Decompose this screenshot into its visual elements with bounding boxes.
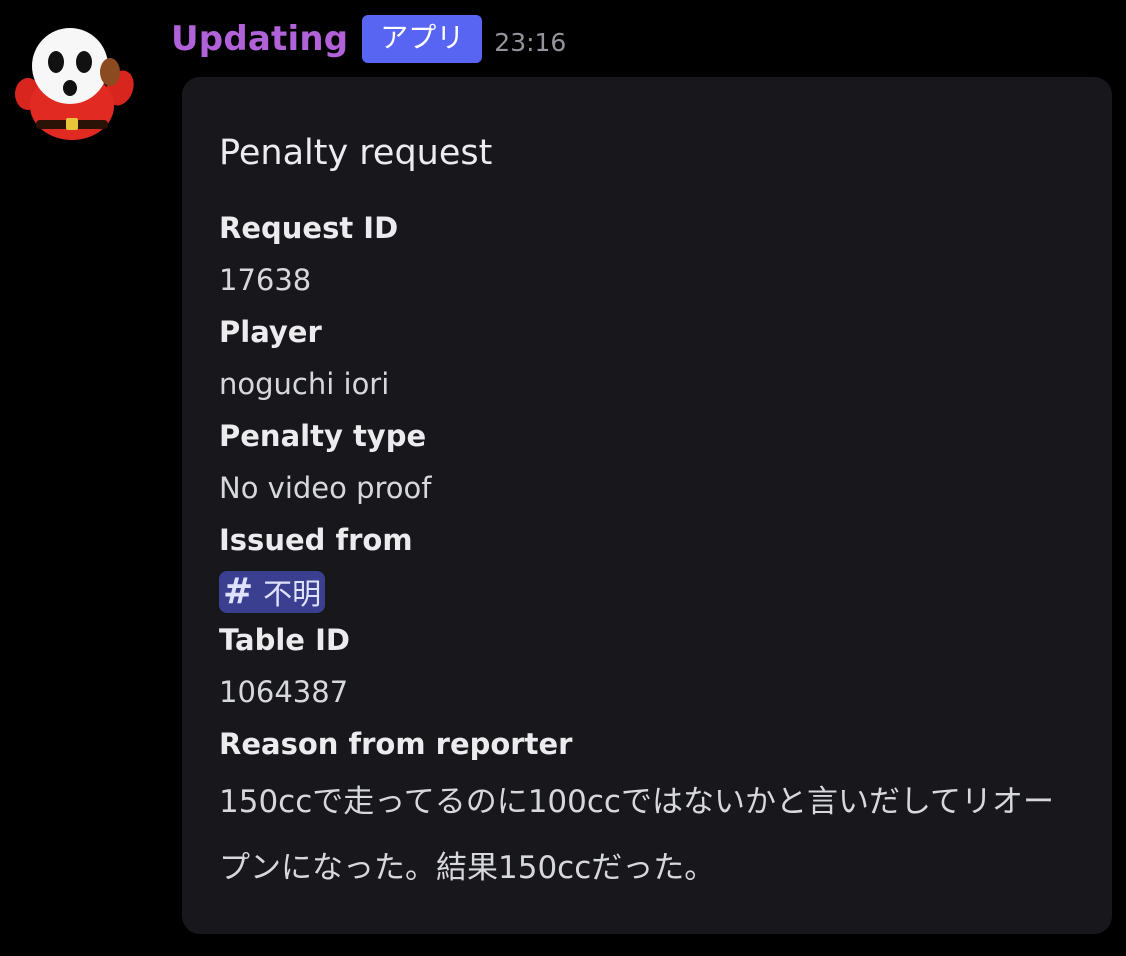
field-value-issued-from: # 不明 [219, 565, 1082, 613]
field-name-issued-from: Issued from [219, 523, 413, 557]
field-value-player: noguchi iori [219, 367, 390, 401]
field-value-reason: 150ccで走ってるのに100ccではないかと言いだしてリオープンになった。結果… [219, 784, 1055, 886]
field-value-penalty-type: No video proof [219, 471, 432, 505]
field-name-reason: Reason from reporter [219, 727, 573, 761]
shy-guy-avatar-icon[interactable] [14, 22, 134, 146]
timestamp[interactable]: 23:16 [494, 22, 566, 57]
field-value-request-id: 17638 [219, 263, 312, 297]
username[interactable]: Updating [171, 19, 348, 59]
embed-title: Penalty request [219, 133, 493, 173]
field-value-table-id: 1064387 [219, 675, 349, 709]
field-name-table-id: Table ID [219, 623, 350, 657]
field-name-request-id: Request ID [219, 211, 399, 245]
hash-icon: # [223, 571, 254, 612]
embed-content: Penalty request Request ID 17638 Player … [219, 129, 1082, 901]
field-name-player: Player [219, 315, 322, 349]
channel-mention[interactable]: # 不明 [219, 571, 326, 613]
chat-message: Updating アプリ 23:16 Penalty request Reque… [0, 0, 1126, 956]
app-badge: アプリ [362, 15, 483, 63]
channel-name: 不明 [263, 577, 322, 611]
penalty-embed: Penalty request Request ID 17638 Player … [182, 77, 1112, 934]
message-header: Updating アプリ 23:16 [171, 12, 566, 66]
field-name-penalty-type: Penalty type [219, 419, 427, 453]
